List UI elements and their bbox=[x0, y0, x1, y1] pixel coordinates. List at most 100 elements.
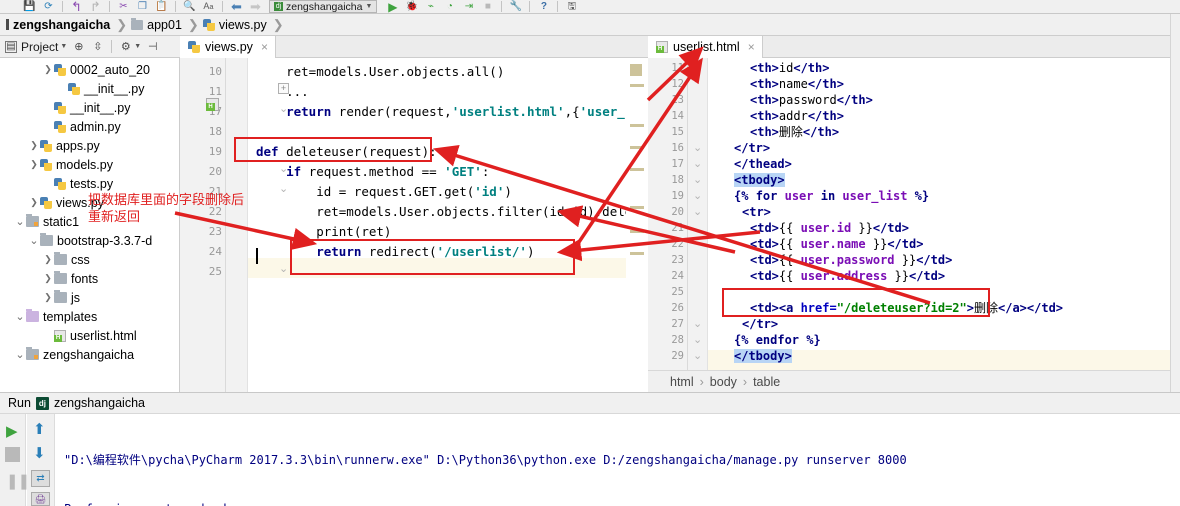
tree-item-label: admin.py bbox=[70, 119, 121, 134]
sync-icon[interactable]: ⟳ bbox=[39, 0, 58, 13]
breadcrumb-item-project[interactable]: zengshangaicha bbox=[6, 18, 112, 32]
fold-collapse-icon[interactable]: ⌄ bbox=[693, 317, 702, 330]
locate-icon[interactable]: ⊕ bbox=[71, 39, 86, 54]
fold-collapse-icon[interactable]: ⌄ bbox=[693, 157, 702, 170]
annotation-note: 把数据库里面的字段删除后 bbox=[88, 192, 244, 209]
tree-item[interactable]: ⌄ templates bbox=[0, 307, 179, 326]
coverage-icon[interactable]: ⌁ bbox=[421, 0, 440, 13]
profile-icon[interactable]: ◔ bbox=[440, 0, 459, 13]
print-icon[interactable]: 🖨 bbox=[31, 492, 50, 506]
close-icon[interactable]: × bbox=[748, 40, 755, 54]
python-fold-column[interactable]: + ⌄ ⌄ ⌄ ⌄ bbox=[226, 58, 289, 392]
up-arrow-icon[interactable]: ⬆ bbox=[33, 420, 46, 438]
html-editor[interactable]: 11 12 13 14 15 16 17 18 19 20 21 22 23 24 25 26 27 28 29 ⌄… bbox=[648, 58, 1180, 370]
python-marker-strip[interactable] bbox=[626, 58, 648, 392]
tree-item[interactable]: ❯ apps.py bbox=[0, 136, 179, 155]
chevron-right-icon[interactable]: ❯ bbox=[28, 197, 40, 208]
tree-item[interactable]: ❯ models.py bbox=[0, 155, 179, 174]
code-line: <td>{{ user.id }}</td> bbox=[710, 220, 909, 236]
breadcrumb-html[interactable]: html bbox=[670, 375, 694, 389]
tree-item[interactable]: admin.py bbox=[0, 117, 179, 136]
close-icon[interactable]: × bbox=[261, 40, 268, 54]
chevron-down-icon[interactable]: ⌄ bbox=[14, 215, 26, 228]
fold-collapse-icon[interactable]: ⌄ bbox=[693, 205, 702, 218]
code-token: ,{ bbox=[564, 104, 580, 119]
run-console-output[interactable]: "D:\编程软件\pycha\PyCharm 2017.3.3\bin\runn… bbox=[56, 414, 1180, 506]
chevron-right-icon[interactable]: ❯ bbox=[42, 254, 54, 265]
attach-icon[interactable]: ⇥ bbox=[459, 0, 478, 13]
help-icon[interactable]: ? bbox=[534, 0, 553, 13]
soft-wrap-icon[interactable]: ⇄ bbox=[31, 470, 50, 487]
fold-collapse-icon[interactable]: ⌄ bbox=[693, 189, 702, 202]
run-panel-title[interactable]: Run bbox=[8, 396, 31, 410]
run-config-name[interactable]: zengshangaicha bbox=[54, 396, 145, 410]
python-code-area[interactable]: ret=models.User.objects.all() ... return… bbox=[256, 58, 648, 392]
fold-collapse-icon[interactable]: ⌄ bbox=[693, 349, 702, 362]
chevron-down-icon[interactable]: ⌄ bbox=[14, 348, 26, 361]
tree-item[interactable]: ⌄ zengshangaicha bbox=[0, 345, 179, 364]
marker bbox=[630, 252, 644, 255]
tree-item[interactable]: ❯ css bbox=[0, 250, 179, 269]
pause-icon[interactable]: ❚❚ bbox=[6, 472, 30, 490]
save-icon[interactable]: 💾 bbox=[20, 0, 39, 13]
breadcrumb-item-views[interactable]: views.py bbox=[202, 18, 269, 32]
project-panel-title[interactable]: Project bbox=[21, 40, 58, 54]
fold-collapse-icon[interactable]: ⌄ bbox=[693, 173, 702, 186]
tree-item[interactable]: ❯ 0002_auto_20 bbox=[0, 60, 179, 79]
replace-icon[interactable]: Aa bbox=[199, 0, 218, 13]
tree-item[interactable]: __init__.py bbox=[0, 98, 179, 117]
copy-icon[interactable]: ❐ bbox=[133, 0, 152, 13]
python-file-icon bbox=[40, 139, 52, 152]
chevron-down-icon[interactable]: ⌄ bbox=[28, 234, 40, 247]
chevron-right-icon[interactable]: ❯ bbox=[28, 159, 40, 170]
fold-collapse-icon[interactable]: ⌄ bbox=[693, 333, 702, 346]
debug-icon[interactable]: 🐞 bbox=[402, 0, 421, 13]
run-icon[interactable]: ▶ bbox=[383, 0, 402, 13]
html-code-area[interactable]: <th>id</th> <th>name</th> <th>password</th… bbox=[710, 58, 1180, 370]
settings-gear-icon[interactable]: ⚙ bbox=[118, 39, 133, 54]
tree-item[interactable]: ⌄ bootstrap-3.3.7-d bbox=[0, 231, 179, 250]
forward-icon[interactable]: ➡ bbox=[246, 0, 265, 13]
down-arrow-icon[interactable]: ⬇ bbox=[33, 444, 46, 462]
breadcrumb-body[interactable]: body bbox=[710, 375, 737, 389]
tab-label: userlist.html bbox=[673, 40, 740, 54]
chevron-right-icon[interactable]: ❯ bbox=[42, 64, 54, 75]
html-fold-column[interactable]: ⌄ ⌄ ⌄ ⌄ ⌄ ⌄ ⌄ ⌄ bbox=[688, 58, 708, 370]
chevron-right-icon: › bbox=[699, 374, 704, 389]
tree-item[interactable]: __init__.py bbox=[0, 79, 179, 98]
back-icon[interactable]: ⬅ bbox=[227, 0, 246, 13]
line-number: 12 bbox=[671, 78, 684, 90]
hide-icon[interactable]: ⊣ bbox=[145, 39, 160, 54]
undo-icon[interactable]: ↰ bbox=[67, 0, 86, 13]
paste-icon[interactable]: 📋 bbox=[152, 0, 171, 13]
run-configuration-selector[interactable]: dj zengshangaicha ▼ bbox=[269, 0, 378, 13]
tree-item[interactable]: userlist.html bbox=[0, 326, 179, 345]
fold-collapse-icon[interactable]: ⌄ bbox=[693, 141, 702, 154]
chevron-down-icon[interactable]: ⌄ bbox=[14, 310, 26, 323]
python-gutter[interactable]: 10 11 17 18 19 20 21 22 23 24 25 H bbox=[180, 58, 226, 392]
find-icon[interactable]: 🔍 bbox=[180, 0, 199, 13]
html-gutter[interactable]: 11 12 13 14 15 16 17 18 19 20 21 22 23 24 25 26 27 28 29 bbox=[648, 58, 688, 370]
python-editor[interactable]: 10 11 17 18 19 20 21 22 23 24 25 H + ⌄ ⌄ ⌄ ⌄ ret=m… bbox=[180, 58, 648, 392]
chevron-down-icon[interactable]: ▼ bbox=[60, 43, 67, 50]
chevron-right-icon[interactable]: ❯ bbox=[42, 273, 54, 284]
collapse-all-icon[interactable]: ⇳ bbox=[90, 39, 105, 54]
chevron-right-icon[interactable]: ❯ bbox=[28, 140, 40, 151]
chevron-right-icon[interactable]: ❯ bbox=[42, 292, 54, 303]
tab-views-py[interactable]: views.py × bbox=[180, 36, 276, 58]
breadcrumb-table[interactable]: table bbox=[753, 375, 780, 389]
settings-icon[interactable]: 🔧 bbox=[506, 0, 525, 13]
rerun-icon[interactable]: ▶ bbox=[6, 422, 18, 440]
chevron-down-icon[interactable]: ▼ bbox=[134, 43, 141, 50]
line-number: 17 bbox=[671, 158, 684, 170]
tree-item[interactable]: ❯ fonts bbox=[0, 269, 179, 288]
breadcrumb-item-app01[interactable]: app01 bbox=[131, 17, 184, 32]
tree-item[interactable]: ❯ js bbox=[0, 288, 179, 307]
cut-icon[interactable]: ✂ bbox=[114, 0, 133, 13]
redo-icon[interactable]: ↱ bbox=[86, 0, 105, 13]
save-all-icon[interactable]: 🖫 bbox=[562, 0, 581, 13]
tab-userlist-html[interactable]: userlist.html × bbox=[648, 36, 763, 58]
python-file-icon bbox=[54, 101, 66, 114]
tree-item-label: bootstrap-3.3.7-d bbox=[57, 233, 153, 248]
tree-item[interactable]: tests.py bbox=[0, 174, 179, 193]
